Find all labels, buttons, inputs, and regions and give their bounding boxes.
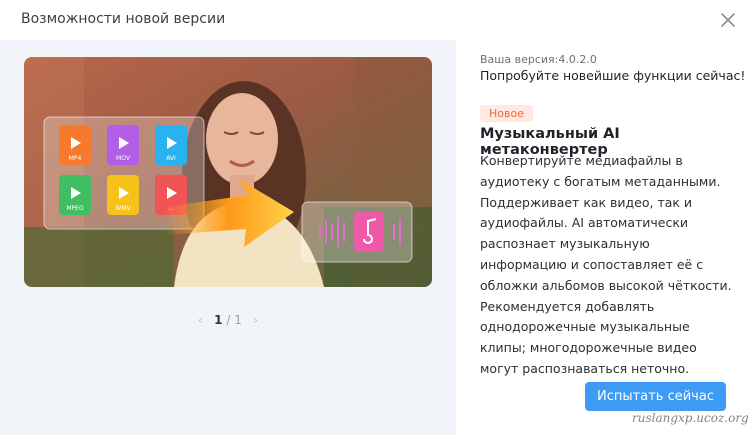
feature-description: Конвертируйте медиафайлы в аудиотеку с б… — [480, 153, 732, 376]
new-badge: Новое — [480, 105, 533, 122]
version-label: Ваша версия:4.0.2.0 — [480, 53, 597, 66]
details-panel: Ваша версия:4.0.2.0 Попробуйте новейшие … — [456, 40, 749, 435]
file-type-icon: MOV — [107, 125, 139, 165]
file-type-icon: MPEG — [59, 175, 91, 215]
pagination: ‹ 1 / 1 › — [0, 313, 456, 327]
next-page-icon[interactable]: › — [246, 313, 266, 327]
watermark-text: ruslangxp.ucoz.org — [632, 411, 749, 425]
file-type-icon: WMV — [107, 175, 139, 215]
svg-text:MP4: MP4 — [69, 155, 82, 162]
close-icon[interactable] — [717, 9, 739, 31]
svg-text:WMV: WMV — [115, 205, 131, 212]
try-now-button[interactable]: Испытать сейчас — [585, 382, 726, 411]
file-type-icon: AVI — [155, 125, 187, 165]
whats-new-dialog: Возможности новой версии MP4 MOV AVI MPE… — [0, 0, 749, 435]
file-type-icon: MP4 — [59, 125, 91, 165]
svg-text:MPEG: MPEG — [66, 205, 84, 212]
feature-illustration: MP4MOVAVIMPEGWMV... — [24, 57, 432, 287]
svg-text:AVI: AVI — [166, 155, 176, 162]
current-page: 1 — [214, 313, 223, 327]
dialog-title: Возможности новой версии — [21, 11, 226, 27]
prev-page-icon[interactable]: ‹ — [190, 313, 210, 327]
version-subtitle: Попробуйте новейшие функции сейчас! — [480, 68, 746, 83]
svg-text:MOV: MOV — [116, 155, 131, 162]
title-bar: Возможности новой версии — [0, 0, 749, 40]
total-pages: 1 — [234, 313, 242, 327]
